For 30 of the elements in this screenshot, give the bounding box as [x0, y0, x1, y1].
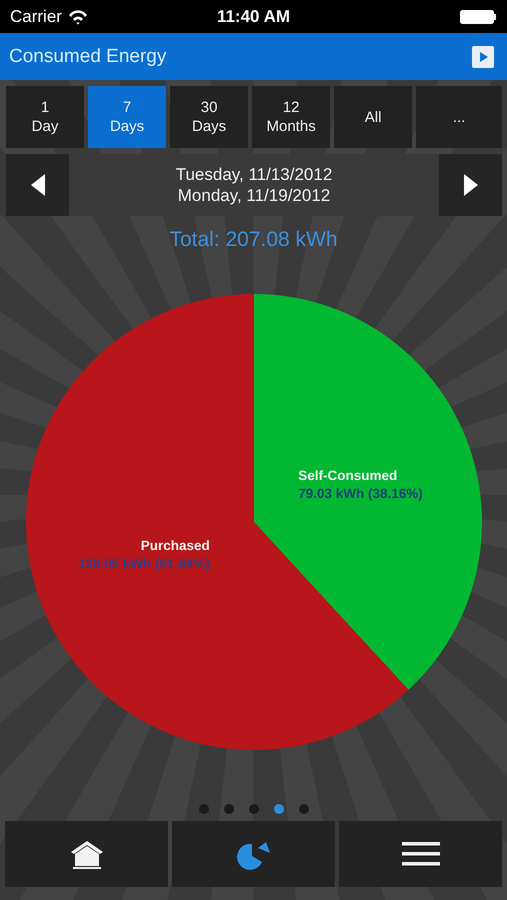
- page-dot[interactable]: [224, 804, 234, 814]
- range-tab[interactable]: 7 Days: [88, 86, 166, 148]
- page-dot[interactable]: [274, 804, 284, 814]
- tab-bar-button[interactable]: [339, 821, 502, 887]
- battery-icon: [460, 10, 497, 24]
- play-icon[interactable]: [472, 46, 494, 68]
- right-arrow-icon: [464, 174, 478, 196]
- tab-bar-button[interactable]: [5, 821, 168, 887]
- wifi-icon: [68, 8, 88, 24]
- slice-label: Purchased: [140, 536, 210, 555]
- range-tab[interactable]: 12 Months: [252, 86, 330, 148]
- screen-title: Consumed Energy: [9, 46, 166, 68]
- range-tab[interactable]: 1 Day: [6, 86, 84, 148]
- total-text: Total: 207.08 kWh: [169, 228, 338, 253]
- slice-value: 128.05 kWh (61.84%): [78, 554, 210, 573]
- slice-label: Self-Consumed: [298, 467, 398, 486]
- next-button[interactable]: [439, 154, 502, 216]
- range-tab[interactable]: 30 Days: [170, 86, 248, 148]
- range-tab[interactable]: ...: [416, 86, 502, 148]
- date-text: Monday, 11/19/2012: [178, 185, 330, 206]
- range-tab[interactable]: All: [334, 86, 412, 148]
- previous-button[interactable]: [6, 154, 69, 216]
- clock-time: 11:40 AM: [216, 6, 290, 26]
- page-dot[interactable]: [248, 804, 258, 814]
- date-text: Tuesday, 11/13/2012: [176, 164, 332, 185]
- left-arrow-icon: [30, 174, 44, 196]
- slice-value: 79.03 kWh (38.16%): [298, 485, 423, 504]
- carrier-name: Carrier: [10, 6, 62, 26]
- page-dot[interactable]: [298, 804, 308, 814]
- page-dot[interactable]: [198, 804, 208, 814]
